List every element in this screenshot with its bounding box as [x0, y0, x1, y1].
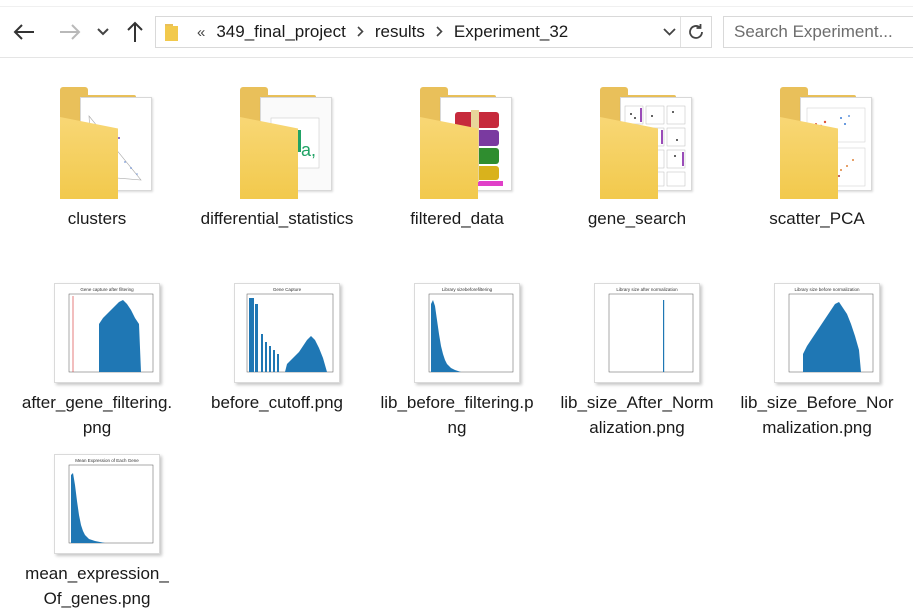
folder-item-clusters[interactable]: clusters [12, 85, 182, 231]
file-name: mean_expression_Of_genes.png [25, 564, 169, 608]
plot-title: Gene capture after filtering [80, 287, 134, 292]
breadcrumb-results[interactable]: results [373, 22, 427, 42]
address-bar[interactable]: « 349_final_project results Experiment_3… [155, 16, 712, 48]
folder-name: differential_statistics [200, 209, 354, 228]
chevron-down-icon [97, 28, 109, 36]
refresh-button[interactable] [680, 17, 711, 47]
plot-title: Library size after normalization [616, 287, 678, 292]
arrow-up-icon [127, 21, 143, 42]
image-thumbnail: Library sizebeforefiltering [372, 281, 542, 385]
file-item-after-gene-filtering[interactable]: Gene capture after filtering after_gene_… [12, 281, 182, 440]
folder-icon [372, 85, 542, 199]
recent-locations-button[interactable] [91, 17, 115, 47]
file-name: before_cutoff.png [210, 393, 343, 412]
folder-icon [552, 85, 722, 199]
image-thumbnail: Library size before normalization [732, 281, 902, 385]
folder-icon: a, [192, 85, 362, 199]
plot-title: Gene Capture [272, 287, 302, 292]
breadcrumb: « 349_final_project results Experiment_3… [164, 17, 570, 47]
refresh-icon [689, 24, 703, 39]
folder-name: clusters [67, 209, 127, 228]
plot-title: Mean Expression of Each Gene [75, 458, 139, 463]
folder-item-scatter-pca[interactable]: scatter_PCA [732, 85, 902, 231]
arrow-left-icon [13, 24, 34, 40]
folder-name: gene_search [587, 209, 687, 228]
breadcrumb-overflow[interactable]: « [188, 24, 214, 41]
file-item-lib-before-filtering[interactable]: Library sizebeforefiltering lib_before_f… [372, 281, 542, 440]
image-thumbnail: Mean Expression of Each Gene [12, 452, 182, 556]
breadcrumb-349-final-project[interactable]: 349_final_project [214, 22, 347, 42]
file-name: lib_before_filtering.png [380, 393, 534, 437]
search-box[interactable] [723, 16, 913, 48]
folder-item-differential-statistics[interactable]: a, differential_statistics [192, 85, 362, 231]
chevron-right-icon[interactable] [427, 25, 452, 40]
search-input[interactable] [724, 17, 913, 47]
file-name: after_gene_filtering.png [21, 393, 173, 437]
breadcrumb-experiment-32[interactable]: Experiment_32 [452, 22, 570, 42]
file-name: lib_size_After_Normalization.png [560, 393, 714, 437]
plot-title: Library sizebeforefiltering [441, 287, 493, 292]
back-button[interactable] [9, 17, 39, 47]
arrow-right-icon [60, 24, 81, 40]
chevron-down-icon [662, 28, 676, 36]
image-thumbnail: Gene Capture [192, 281, 362, 385]
up-button[interactable] [120, 17, 150, 47]
file-item-lib-size-before-normalization[interactable]: Library size before normalization lib_si… [732, 281, 902, 440]
window-top-edge [0, 0, 913, 7]
image-thumbnail: Library size after normalization [552, 281, 722, 385]
folder-icon [12, 85, 182, 199]
image-thumbnail: Gene capture after filtering [12, 281, 182, 385]
folder-name: scatter_PCA [769, 209, 865, 228]
folder-name: filtered_data [410, 209, 504, 228]
folder-item-filtered-data[interactable]: filtered_data [372, 85, 542, 231]
folder-icon [165, 24, 178, 41]
navigation-bar: « 349_final_project results Experiment_3… [0, 7, 913, 58]
svg-text:a,: a, [301, 140, 316, 160]
folder-item-gene-search[interactable]: gene_search [552, 85, 722, 231]
file-name: lib_size_Before_Normalization.png [740, 393, 894, 437]
plot-title: Library size before normalization [794, 287, 860, 292]
folder-icon [732, 85, 902, 199]
chevron-right-icon[interactable] [348, 25, 373, 40]
file-item-before-cutoff[interactable]: Gene Capture before_cutoff.png [192, 281, 362, 415]
file-item-mean-expression-of-genes[interactable]: Mean Expression of Each Gene mean_expres… [12, 452, 182, 611]
file-item-lib-size-after-normalization[interactable]: Library size after normalization lib_siz… [552, 281, 722, 440]
forward-button[interactable] [55, 17, 85, 47]
address-dropdown-button[interactable] [657, 17, 681, 47]
